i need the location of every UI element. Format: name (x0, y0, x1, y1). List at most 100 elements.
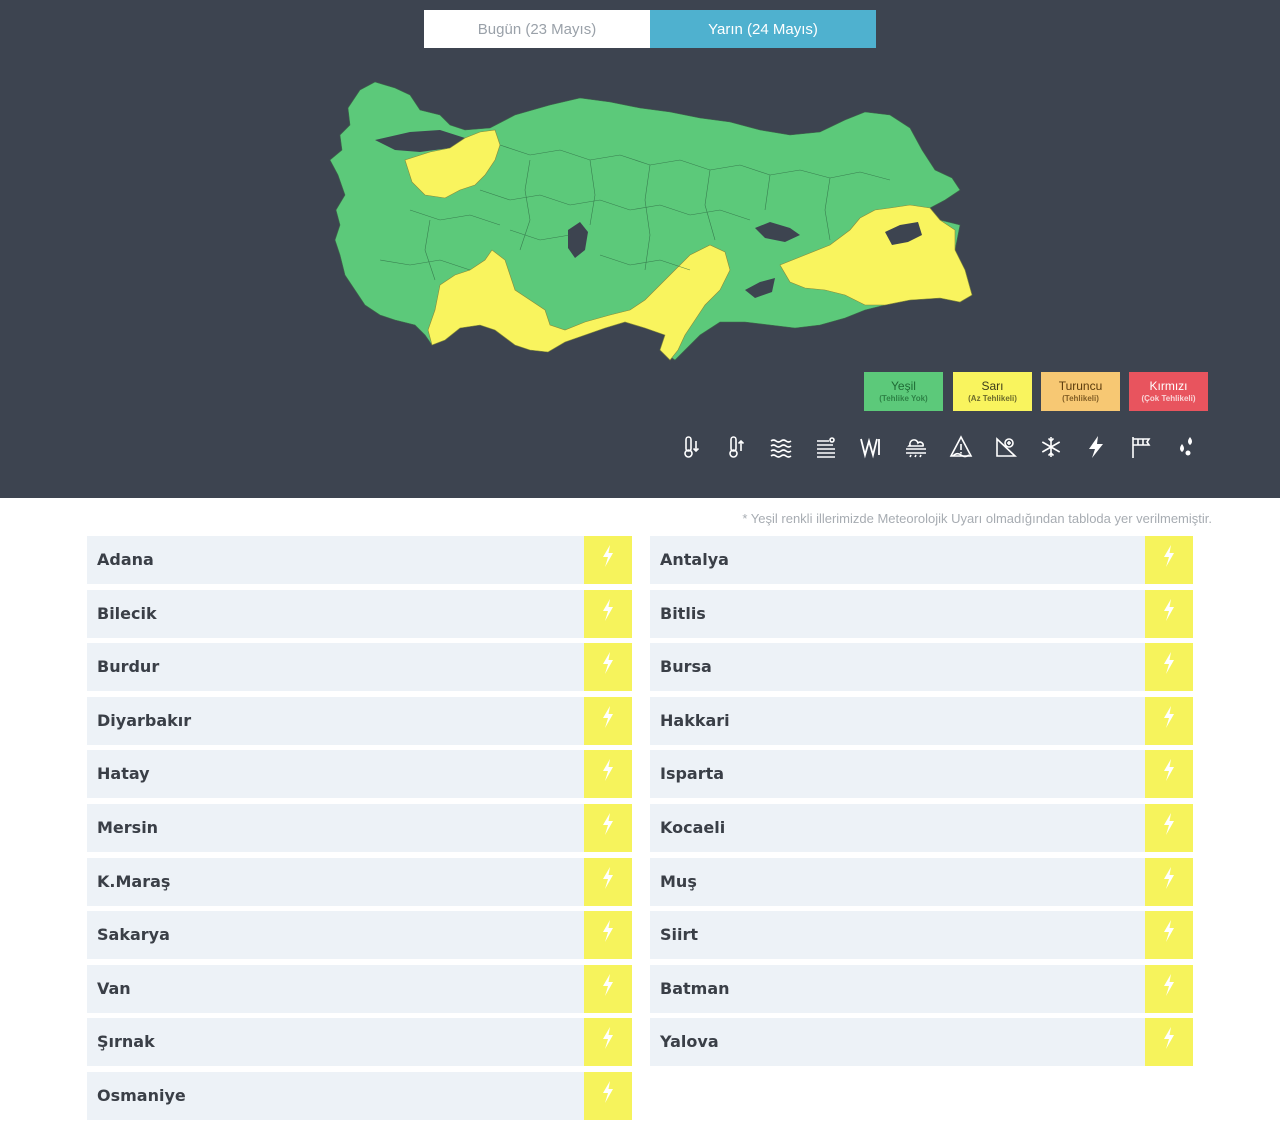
warning-badge[interactable] (1145, 536, 1193, 584)
hazard-icon-bar (668, 430, 1208, 464)
strong-wind-icon[interactable] (1118, 430, 1163, 464)
thunderstorm-icon (1164, 598, 1174, 621)
warning-badge[interactable] (584, 1018, 632, 1067)
legend-yellow-sub: (Az Tehlikeli) (968, 393, 1017, 403)
cold-icon[interactable] (668, 430, 713, 464)
thunderstorm-icon (1164, 652, 1174, 675)
province-row[interactable]: Bilecik (87, 589, 632, 638)
warning-badge[interactable] (584, 964, 632, 1013)
legend-yellow-title: Sarı (981, 378, 1004, 393)
province-row[interactable]: Osmaniye (87, 1071, 632, 1120)
province-name: Siirt (660, 925, 699, 945)
thunderstorm-icon (603, 652, 613, 675)
province-row[interactable]: Diyarbakır (87, 696, 632, 745)
province-name: Hakkari (660, 710, 730, 730)
province-name: Yalova (660, 1032, 719, 1052)
province-name: Hatay (97, 764, 150, 784)
rain-icon[interactable] (893, 430, 938, 464)
province-row[interactable]: Adana (87, 536, 632, 584)
thunderstorm-icon (603, 1080, 613, 1103)
legend-green[interactable]: Yeşil (Tehlike Yok) (864, 372, 943, 411)
province-name: Adana (97, 550, 154, 569)
province-row[interactable]: Siirt (650, 911, 1193, 960)
thunderstorm-icon (1164, 545, 1174, 567)
province-row[interactable]: Bursa (650, 643, 1193, 692)
warning-badge[interactable] (1145, 964, 1193, 1013)
province-row[interactable]: Muş (650, 857, 1193, 906)
province-row[interactable]: Van (87, 964, 632, 1013)
province-list-left: Adana Bilecik Burdur Diyarbakır Hatay Mersin K… (87, 536, 632, 1126)
province-name: Bilecik (97, 603, 157, 623)
thunderstorm-icon (603, 866, 613, 889)
thunderstorm-icon (603, 598, 613, 621)
warning-badge[interactable] (584, 750, 632, 799)
province-row[interactable]: Antalya (650, 536, 1193, 584)
province-name: Van (97, 978, 131, 998)
thunderstorm-icon (1164, 866, 1174, 889)
province-row[interactable]: Şırnak (87, 1018, 632, 1067)
warning-badge[interactable] (1145, 911, 1193, 960)
province-row[interactable]: Yalova (650, 1018, 1193, 1067)
legend-red-title: Kırmızı (1149, 378, 1188, 393)
warning-badge[interactable] (584, 803, 632, 852)
snowmelt-icon[interactable] (983, 430, 1028, 464)
hail-icon[interactable] (1163, 430, 1208, 464)
day-tabs: Bugün (23 Mayıs) Yarın (24 Mayıs) (424, 10, 876, 48)
legend-red[interactable]: Kırmızı (Çok Tehlikeli) (1129, 372, 1208, 411)
province-name: Bursa (660, 657, 712, 677)
warning-badge[interactable] (584, 911, 632, 960)
warning-badge[interactable] (584, 536, 632, 584)
thunderstorm-icon (603, 545, 613, 567)
thunderstorm-icon (603, 812, 613, 835)
province-row[interactable]: Batman (650, 964, 1193, 1013)
warning-badge[interactable] (1145, 696, 1193, 745)
province-row[interactable]: Isparta (650, 750, 1193, 799)
thunderstorm-icon (1164, 920, 1174, 943)
province-row[interactable]: Mersin (87, 803, 632, 852)
province-row[interactable]: Hatay (87, 750, 632, 799)
thunderstorm-icon (603, 1027, 613, 1050)
province-row[interactable]: Kocaeli (650, 803, 1193, 852)
province-list-right: Antalya Bitlis Bursa Hakkari Isparta Kocaeli M… (650, 536, 1193, 1072)
province-row[interactable]: Hakkari (650, 696, 1193, 745)
thunderstorm-icon (1164, 759, 1174, 782)
legend-yellow[interactable]: Sarı (Az Tehlikeli) (953, 372, 1032, 411)
wind-icon[interactable] (848, 430, 893, 464)
fog-icon[interactable] (758, 430, 803, 464)
province-name: Burdur (97, 657, 160, 677)
warning-badge[interactable] (1145, 589, 1193, 638)
turkey-warning-map[interactable] (300, 60, 1000, 380)
legend-orange-sub: (Tehlikeli) (1062, 393, 1099, 403)
thunderstorm-icon (603, 920, 613, 943)
warning-badge[interactable] (584, 1071, 632, 1120)
snow-icon[interactable] (1028, 430, 1073, 464)
warning-badge[interactable] (584, 696, 632, 745)
province-row[interactable]: Bitlis (650, 589, 1193, 638)
dust-icon[interactable] (803, 430, 848, 464)
warning-badge[interactable] (584, 589, 632, 638)
warning-badge[interactable] (1145, 803, 1193, 852)
hot-icon[interactable] (713, 430, 758, 464)
warning-badge[interactable] (1145, 857, 1193, 906)
warning-badge[interactable] (1145, 1018, 1193, 1067)
province-row[interactable]: Sakarya (87, 911, 632, 960)
thunderstorm-icon[interactable] (1073, 430, 1118, 464)
thunderstorm-icon (603, 705, 613, 728)
warning-badge[interactable] (1145, 643, 1193, 692)
table-note: * Yeşil renkli illerimizde Meteorolojik … (742, 511, 1212, 526)
warning-map-panel: Bugün (23 Mayıs) Yarın (24 Mayıs) Yeşil … (0, 0, 1280, 498)
thunderstorm-icon (1164, 973, 1174, 996)
province-row[interactable]: K.Maraş (87, 857, 632, 906)
tab-tomorrow[interactable]: Yarın (24 Mayıs) (650, 10, 876, 48)
warning-badge[interactable] (584, 857, 632, 906)
province-row[interactable]: Burdur (87, 643, 632, 692)
warning-badge[interactable] (1145, 750, 1193, 799)
province-name: Kocaeli (660, 817, 726, 837)
thunderstorm-icon (1164, 1027, 1174, 1050)
warning-badge[interactable] (584, 643, 632, 692)
thunderstorm-icon (1164, 705, 1174, 728)
avalanche-icon[interactable] (938, 430, 983, 464)
legend-orange[interactable]: Turuncu (Tehlikeli) (1041, 372, 1120, 411)
province-name: Şırnak (97, 1032, 155, 1052)
tab-today[interactable]: Bugün (23 Mayıs) (424, 10, 650, 48)
